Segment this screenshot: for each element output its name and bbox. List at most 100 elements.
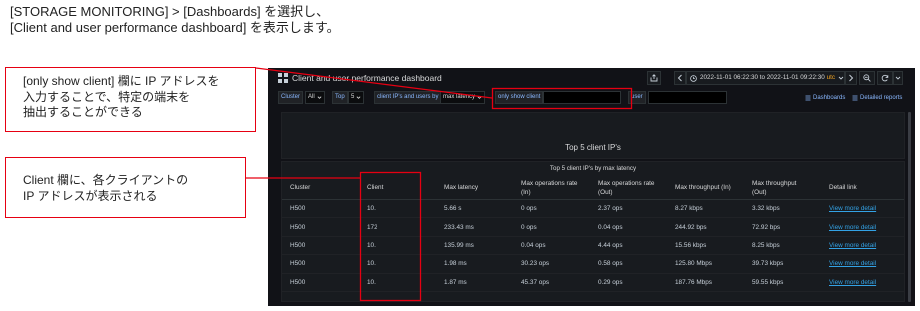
cell-value: H500	[290, 278, 306, 286]
variable-select-top[interactable]: 5	[348, 91, 365, 104]
callout-line: IP アドレスが表示される	[23, 188, 158, 203]
view-more-detail-link[interactable]: View more detail	[829, 279, 876, 286]
zoom-out-button[interactable]	[859, 71, 875, 85]
view-more-detail-link[interactable]: View more detail	[829, 242, 876, 249]
cell-value: 233.43 ms	[444, 223, 474, 231]
column-header-max-throughput-out[interactable]: Max throughput (Out)	[744, 178, 821, 199]
cell-detail-link: View more detail	[821, 200, 898, 217]
time-range-picker[interactable]: 2022-11-01 06:22:30 to 2022-11-01 09:22:…	[686, 71, 845, 85]
cell-max-throughput-in: 8.27 kbps	[667, 200, 744, 217]
refresh-interval-dropdown[interactable]	[893, 71, 903, 85]
chevron-down-icon	[838, 76, 844, 80]
instruction-line-1: [STORAGE MONITORING] > [Dashboards] を選択し…	[10, 4, 330, 19]
cell-detail-link: View more detail	[821, 274, 898, 291]
cell-max-ops-in: 45.37 ops	[513, 274, 590, 291]
view-more-detail-link[interactable]: View more detail	[829, 205, 876, 212]
table-title: Top 5 client IP's by max latency	[549, 165, 637, 172]
table-panel: Top 5 client IP's by max latency Cluster…	[281, 161, 905, 302]
column-header-label: Detail link	[829, 184, 857, 192]
variable-select-order-by[interactable]: max latency	[440, 91, 486, 104]
cell-max-throughput-in: 125.80 Mbps	[667, 255, 744, 272]
column-header-max-latency[interactable]: Max latency	[436, 178, 513, 199]
variable-label-cluster: Cluster	[278, 91, 304, 104]
cell-value: 2.37 ops	[598, 205, 623, 213]
view-more-detail-link[interactable]: View more detail	[829, 224, 876, 231]
cell-max-ops-in: 0.04 ops	[513, 237, 590, 254]
grafana-dashboard: Client and user performance dashboard 20…	[268, 68, 915, 306]
user-input[interactable]	[648, 91, 727, 104]
column-header-label: Max throughput (In)	[675, 184, 731, 192]
table-row: H500 10. 1.98 ms 30.23 ops 0.58 ops 125.80 Mb…	[282, 255, 904, 274]
cell-max-throughput-out: 3.32 kbps	[744, 200, 821, 217]
instructions: [STORAGE MONITORING] > [Dashboards] を選択し…	[10, 4, 340, 36]
only-show-client-input[interactable]	[543, 91, 621, 104]
column-header-client[interactable]: Client	[359, 178, 436, 199]
cell-max-throughput-out: 59.55 kbps	[744, 274, 821, 291]
chevron-down-icon	[356, 96, 361, 99]
cell-client: 10.	[359, 274, 436, 291]
variable-label-top: Top	[332, 91, 348, 104]
column-header-max-ops-in[interactable]: Max operations rate (In)	[513, 178, 590, 199]
cell-max-ops-out: 0.58 ops	[590, 255, 667, 272]
cell-detail-link: View more detail	[821, 237, 898, 254]
cell-max-throughput-out: 72.92 bps	[744, 218, 821, 235]
cell-value: H500	[290, 241, 306, 249]
detailed-reports-link[interactable]: Detailed reports	[852, 91, 902, 104]
column-header-max-ops-out[interactable]: Max operations rate (Out)	[590, 178, 667, 199]
view-more-detail-link[interactable]: View more detail	[829, 260, 876, 267]
cell-value: 0.58 ops	[598, 260, 623, 268]
time-shift-back-button[interactable]	[674, 71, 686, 85]
cell-value: 0 ops	[521, 223, 537, 231]
refresh-button[interactable]	[877, 71, 893, 85]
cell-cluster: H500	[282, 255, 359, 272]
cell-value: H500	[290, 205, 306, 213]
column-header-detail-link[interactable]: Detail link	[821, 178, 898, 199]
column-header-label: Max operations rate (Out)	[598, 180, 655, 196]
dashboard-title[interactable]: Client and user performance dashboard	[292, 73, 442, 83]
cell-value: 187.76 Mbps	[675, 278, 712, 286]
chevron-down-icon	[895, 76, 901, 80]
cell-value: H500	[290, 260, 306, 268]
cell-max-throughput-out: 8.25 kbps	[744, 237, 821, 254]
zoom-out-icon	[863, 74, 871, 82]
table-header: Cluster Client Max latency Max operations r…	[282, 178, 904, 200]
cell-value: 244.92 bps	[675, 223, 707, 231]
link-label: Detailed reports	[860, 94, 903, 101]
share-button[interactable]	[647, 71, 661, 85]
cell-max-ops-in: 0 ops	[513, 200, 590, 217]
cell-client: 10.	[359, 200, 436, 217]
cell-max-ops-out: 0.04 ops	[590, 218, 667, 235]
column-header-label: Client	[367, 184, 384, 192]
cell-value: 10.	[367, 205, 376, 213]
variable-label-order-by: client IP's and users by	[374, 91, 442, 104]
share-icon	[650, 74, 658, 82]
cell-value: 8.27 kbps	[675, 205, 703, 213]
cell-max-ops-out: 4.44 ops	[590, 237, 667, 254]
variable-value: All	[308, 94, 315, 100]
clock-icon	[690, 74, 697, 82]
callout-client-column: Client 欄に、各クライアントの IP アドレスが表示される	[5, 157, 246, 218]
cell-cluster: H500	[282, 200, 359, 217]
cell-max-latency: 135.99 ms	[436, 237, 513, 254]
cell-value: 59.55 kbps	[752, 278, 784, 286]
refresh-icon	[881, 74, 889, 82]
variable-select-cluster[interactable]: All	[305, 91, 325, 104]
list-icon	[852, 95, 858, 100]
column-header-label: Max operations rate (In)	[521, 180, 578, 196]
cell-value: 0.04 ops	[598, 223, 623, 231]
variable-label-user: user	[628, 91, 646, 104]
timezone-label: utc	[826, 74, 835, 81]
dashboards-link[interactable]: Dashboards	[805, 91, 845, 104]
scrollbar[interactable]	[908, 112, 911, 302]
cell-max-latency: 5.66 s	[436, 200, 513, 217]
cell-max-ops-out: 2.37 ops	[590, 200, 667, 217]
cell-max-latency: 1.87 ms	[436, 274, 513, 291]
column-header-cluster[interactable]: Cluster	[282, 178, 359, 199]
column-header-max-throughput-in[interactable]: Max throughput (In)	[667, 178, 744, 199]
cell-detail-link: View more detail	[821, 218, 898, 235]
dashboard-grid-icon	[278, 73, 288, 83]
cell-max-throughput-in: 244.92 bps	[667, 218, 744, 235]
cell-cluster: H500	[282, 218, 359, 235]
cell-detail-link: View more detail	[821, 255, 898, 272]
time-shift-forward-button[interactable]	[845, 71, 857, 85]
